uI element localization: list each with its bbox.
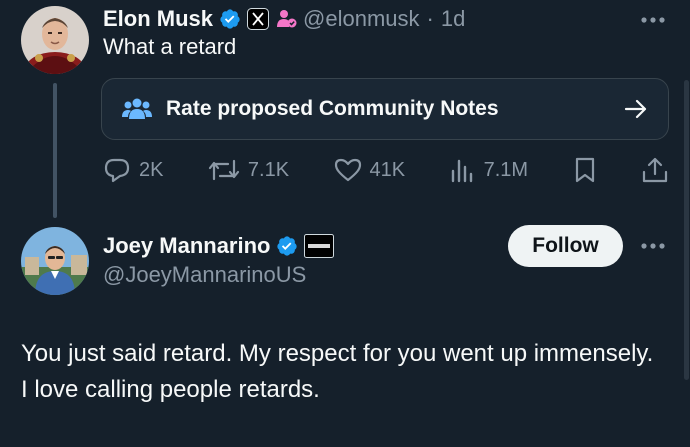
tweet-author-row: Elon Musk @elonmusk · 1d	[103, 4, 465, 34]
reply-text: You just said retard. My respect for you…	[21, 340, 654, 403]
scrollbar-thumb[interactable]	[684, 80, 689, 380]
reply-count: 2K	[139, 158, 164, 181]
share-button[interactable]	[641, 156, 669, 184]
views-count: 7.1M	[483, 158, 529, 181]
tweet-time[interactable]: 1d	[441, 6, 465, 32]
x-logo-icon	[247, 8, 270, 30]
community-notes-label: Rate proposed Community Notes	[166, 97, 499, 120]
scrollbar[interactable]	[684, 0, 690, 447]
arrow-right-icon	[624, 99, 648, 119]
affiliate-badge-icon	[304, 234, 335, 258]
author-handle[interactable]: @JoeyMannarinoUS	[103, 262, 306, 288]
author-handle[interactable]: @elonmusk	[303, 6, 420, 32]
bookmark-button[interactable]	[573, 156, 597, 184]
like-button[interactable]: 41K	[334, 157, 406, 183]
heart-icon	[334, 157, 362, 183]
more-dots-icon[interactable]	[640, 238, 666, 256]
repost-button[interactable]: 7.1K	[208, 157, 289, 183]
tweet-action-bar: 2K 7.1K 41K 7.1M	[103, 152, 669, 188]
thread-connector-line	[53, 83, 57, 218]
bookmark-icon	[573, 156, 597, 184]
views-icon	[450, 157, 476, 183]
repost-icon	[208, 157, 240, 183]
more-dots-icon[interactable]	[640, 12, 666, 30]
author-name[interactable]: Elon Musk	[103, 6, 213, 32]
community-notes-button[interactable]: Rate proposed Community Notes	[101, 78, 669, 140]
reply-button[interactable]: 2K	[103, 157, 163, 183]
share-icon	[641, 156, 669, 184]
people-group-icon	[122, 97, 152, 121]
views-button[interactable]: 7.1M	[450, 157, 528, 183]
follow-button[interactable]: Follow	[508, 225, 623, 267]
avatar[interactable]	[21, 6, 89, 74]
avatar[interactable]	[21, 227, 89, 295]
repost-count: 7.1K	[247, 158, 290, 181]
people-icon	[275, 8, 297, 30]
tweet-thread: Elon Musk @elonmusk · 1d What a retard R…	[0, 0, 690, 447]
verified-badge-icon	[276, 235, 298, 257]
separator: ·	[426, 6, 434, 31]
reply-author-row: Joey Mannarino	[103, 231, 335, 261]
reply-icon	[103, 157, 131, 183]
author-name[interactable]: Joey Mannarino	[103, 233, 270, 259]
like-count: 41K	[369, 158, 406, 181]
tweet-text: What a retard	[103, 34, 237, 59]
verified-badge-icon	[219, 8, 241, 30]
